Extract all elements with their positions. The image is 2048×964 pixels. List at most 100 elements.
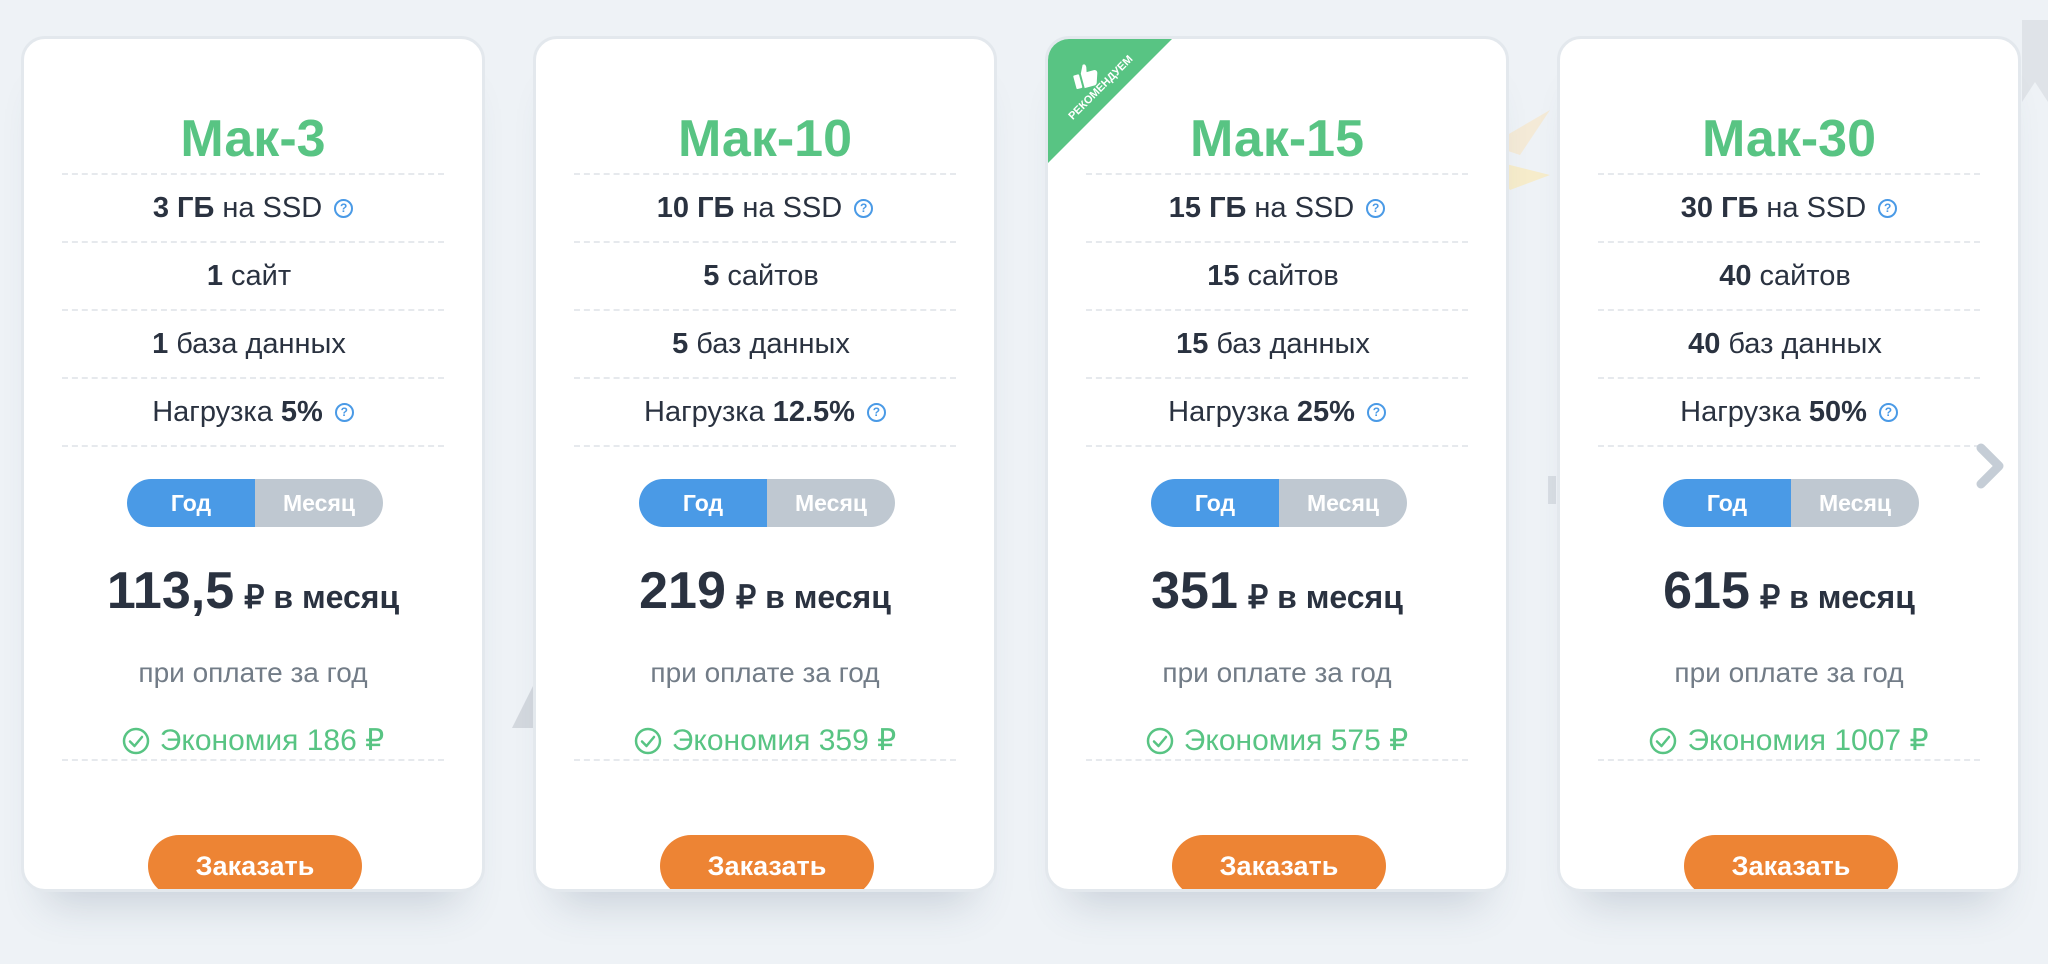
feature-row: 30 ГБ на SSD?	[1598, 175, 1980, 243]
feature-label: сайт	[231, 259, 292, 292]
price: 351 ₽ в месяц	[1048, 561, 1506, 621]
feature-label: баз данных	[696, 327, 850, 360]
feature-label: на SSD	[1766, 191, 1867, 224]
savings-text: Экономия 359 ₽	[671, 724, 897, 757]
plan-card: Мак-15 15 ГБ на SSD? 15 сайтов 15 баз данных Н…	[1045, 36, 1509, 892]
feature-row: 10 ГБ на SSD?	[574, 175, 956, 243]
feature-label: сайтов	[1759, 259, 1851, 292]
feature-value: 12.5%	[772, 395, 855, 428]
savings-text: Экономия 186 ₽	[159, 724, 385, 757]
price-unit: ₽ в месяц	[1759, 579, 1915, 615]
price: 219 ₽ в месяц	[536, 561, 994, 621]
feature-row: 1 сайт	[62, 243, 444, 311]
price-note: при оплате за год	[650, 657, 880, 688]
plan-title: Мак-10	[677, 110, 853, 168]
feature-label: база данных	[176, 327, 346, 360]
price-unit: ₽ в месяц	[735, 579, 891, 615]
divider	[62, 759, 444, 761]
feature-value: 5%	[280, 395, 323, 428]
feature-label: сайтов	[1247, 259, 1339, 292]
feature-value: 10 ГБ	[656, 191, 735, 224]
period-month-tab[interactable]: Месяц	[1279, 479, 1407, 527]
price-amount: 113,5	[106, 562, 235, 620]
feature-row: 40 баз данных	[1598, 311, 1980, 379]
feature-value: 3 ГБ	[152, 191, 215, 224]
order-button[interactable]: Заказать	[1684, 835, 1898, 889]
price-note: при оплате за год	[138, 657, 368, 688]
feature-row: 5 баз данных	[574, 311, 956, 379]
price: 113,5 ₽ в месяц	[24, 561, 482, 621]
price-unit: ₽ в месяц	[244, 579, 400, 615]
carousel-next-arrow-icon[interactable]	[1972, 441, 2008, 491]
feature-value: 15	[1207, 259, 1240, 292]
feature-label: Нагрузка	[1680, 395, 1801, 428]
feature-row: Нагрузка 5%?	[62, 379, 444, 447]
price-amount: 219	[639, 562, 726, 620]
background-decoration	[2022, 20, 2048, 102]
plan-card: Мак-30 30 ГБ на SSD? 40 сайтов 40 баз данных Н…	[1557, 36, 2021, 892]
price-unit: ₽ в месяц	[1247, 579, 1403, 615]
savings-text: Экономия 1007 ₽	[1687, 724, 1929, 757]
plan-title: Мак-30	[1701, 110, 1877, 168]
period-year-tab[interactable]: Год	[1151, 479, 1279, 527]
feature-value: 40	[1688, 327, 1721, 360]
savings-label: Экономия 359 ₽	[536, 723, 994, 758]
feature-value: 5	[703, 259, 720, 292]
savings-label: Экономия 575 ₽	[1048, 723, 1506, 758]
period-month-tab[interactable]: Месяц	[1791, 479, 1919, 527]
check-circle-icon	[1649, 727, 1677, 755]
feature-value: 1	[206, 259, 223, 292]
order-button[interactable]: Заказать	[660, 835, 874, 889]
feature-label: Нагрузка	[152, 395, 273, 428]
price-note: при оплате за год	[1162, 657, 1392, 688]
feature-value: 15	[1176, 327, 1209, 360]
billing-period-toggle: Год Месяц	[1151, 479, 1407, 527]
help-question-icon[interactable]: ?	[1878, 198, 1898, 218]
feature-label: на SSD	[742, 191, 843, 224]
divider	[1086, 759, 1468, 761]
period-year-tab[interactable]: Год	[1663, 479, 1791, 527]
recommended-ribbon: РЕКОМЕНДУЕМ	[1048, 39, 1172, 163]
divider	[1598, 759, 1980, 761]
price-amount: 351	[1151, 562, 1238, 620]
feature-label: сайтов	[727, 259, 819, 292]
price: 615 ₽ в месяц	[1560, 561, 2018, 621]
feature-row: 40 сайтов	[1598, 243, 1980, 311]
feature-row: 15 ГБ на SSD?	[1086, 175, 1468, 243]
savings-label: Экономия 1007 ₽	[1560, 723, 2018, 758]
plan-card: Мак-3 3 ГБ на SSD? 1 сайт 1 база данных Нагруз…	[21, 36, 485, 892]
plan-title: Мак-3	[180, 110, 326, 168]
feature-row: 3 ГБ на SSD?	[62, 175, 444, 243]
feature-list: 10 ГБ на SSD? 5 сайтов 5 баз данных Нагрузка 12…	[574, 173, 956, 447]
feature-row: Нагрузка 25%?	[1086, 379, 1468, 447]
period-month-tab[interactable]: Месяц	[767, 479, 895, 527]
feature-label: на SSD	[1254, 191, 1355, 224]
help-question-icon[interactable]: ?	[334, 198, 354, 218]
help-question-icon[interactable]: ?	[334, 402, 354, 422]
period-month-tab[interactable]: Месяц	[255, 479, 383, 527]
price-note: при оплате за год	[1674, 657, 1904, 688]
help-question-icon[interactable]: ?	[854, 198, 874, 218]
savings-text: Экономия 575 ₽	[1183, 724, 1409, 757]
feature-row: Нагрузка 12.5%?	[574, 379, 956, 447]
feature-value: 1	[152, 327, 169, 360]
savings-label: Экономия 186 ₽	[24, 723, 482, 758]
feature-label: баз данных	[1728, 327, 1882, 360]
divider	[574, 759, 956, 761]
help-question-icon[interactable]: ?	[1366, 402, 1386, 422]
period-year-tab[interactable]: Год	[127, 479, 255, 527]
feature-list: 15 ГБ на SSD? 15 сайтов 15 баз данных Нагрузка…	[1086, 173, 1468, 447]
help-question-icon[interactable]: ?	[1366, 198, 1386, 218]
feature-label: Нагрузка	[1168, 395, 1289, 428]
order-button[interactable]: Заказать	[148, 835, 362, 889]
feature-value: 15 ГБ	[1168, 191, 1247, 224]
order-button[interactable]: Заказать	[1172, 835, 1386, 889]
feature-row: 5 сайтов	[574, 243, 956, 311]
feature-value: 30 ГБ	[1680, 191, 1759, 224]
billing-period-toggle: Год Месяц	[639, 479, 895, 527]
help-question-icon[interactable]: ?	[866, 402, 886, 422]
period-year-tab[interactable]: Год	[639, 479, 767, 527]
feature-label: Нагрузка	[644, 395, 765, 428]
help-question-icon[interactable]: ?	[1878, 402, 1898, 422]
feature-label: на SSD	[222, 191, 323, 224]
